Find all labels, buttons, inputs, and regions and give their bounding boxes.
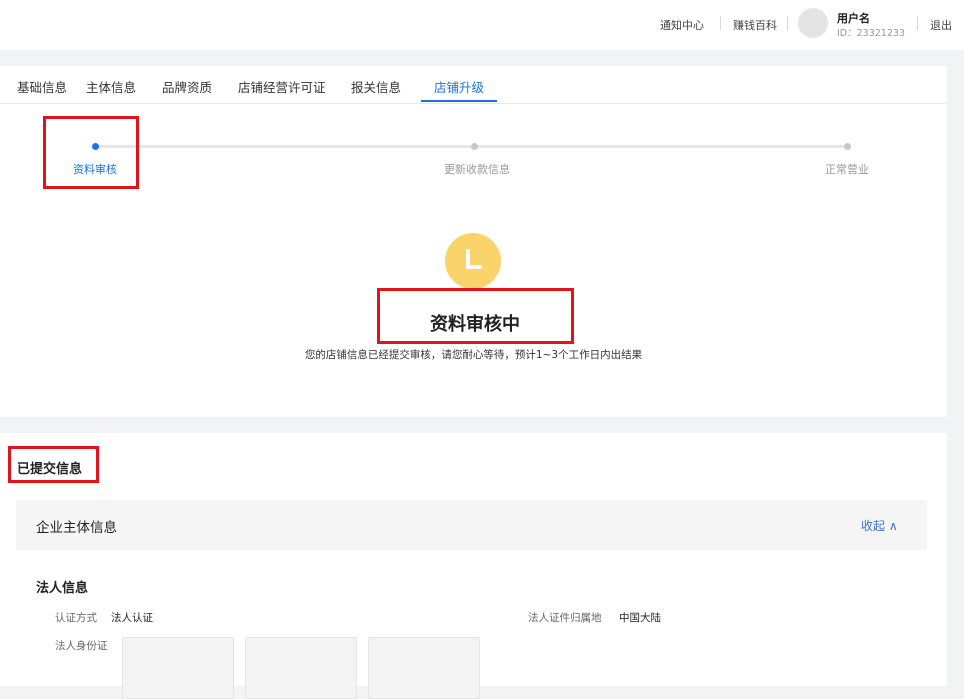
divider bbox=[720, 16, 721, 30]
tab-business-license[interactable]: 店铺经营许可证 bbox=[238, 77, 326, 96]
tab-customs-info[interactable]: 报关信息 bbox=[351, 77, 401, 96]
id-card-image[interactable] bbox=[122, 637, 234, 699]
tab-basic-info[interactable]: 基础信息 bbox=[17, 77, 67, 96]
collapse-toggle[interactable]: 收起 ∧ bbox=[861, 517, 898, 534]
top-bar: 通知中心 赚钱百科 用户名 ID：23321233 退出 bbox=[0, 0, 964, 50]
clock-icon bbox=[445, 233, 501, 289]
status-description: 您的店铺信息已经提交审核，请您耐心等待，预计1~3个工作日内出结果 bbox=[304, 349, 643, 361]
enterprise-section-header: 企业主体信息 收起 ∧ bbox=[16, 500, 927, 550]
avatar[interactable] bbox=[798, 8, 828, 38]
highlight-box bbox=[43, 116, 139, 189]
legal-person-title: 法人信息 bbox=[36, 581, 89, 596]
tab-bar: 基础信息 主体信息 品牌资质 店铺经营许可证 报关信息 店铺升级 bbox=[0, 66, 947, 104]
auth-method-label: 认证方式 bbox=[55, 612, 97, 624]
step-dot bbox=[844, 143, 851, 150]
tab-store-upgrade[interactable]: 店铺升级 bbox=[434, 77, 484, 96]
tab-brand-qualification[interactable]: 品牌资质 bbox=[162, 77, 212, 96]
id-region-label: 法人证件归属地 bbox=[528, 612, 602, 624]
step-dot bbox=[471, 143, 478, 150]
active-tab-indicator bbox=[421, 100, 497, 102]
money-wiki-link[interactable]: 赚钱百科 bbox=[733, 17, 777, 33]
user-name: 用户名 bbox=[837, 12, 870, 25]
id-card-image[interactable] bbox=[368, 637, 480, 699]
step-label-normal-business: 正常营业 bbox=[825, 163, 869, 176]
divider bbox=[787, 16, 788, 30]
highlight-box bbox=[8, 446, 99, 483]
section-title: 企业主体信息 bbox=[36, 520, 117, 536]
step-label-payment-info: 更新收款信息 bbox=[444, 163, 510, 176]
divider bbox=[917, 16, 918, 30]
upgrade-panel: 基础信息 主体信息 品牌资质 店铺经营许可证 报关信息 店铺升级 资料审核 更新… bbox=[0, 66, 947, 417]
id-region-value: 中国大陆 bbox=[619, 612, 661, 624]
auth-method-value: 法人认证 bbox=[111, 612, 153, 624]
tab-entity-info[interactable]: 主体信息 bbox=[86, 77, 136, 96]
submitted-info-panel: 已提交信息 企业主体信息 收起 ∧ 法人信息 认证方式 法人认证 法人证件归属地… bbox=[0, 433, 947, 699]
logout-link[interactable]: 退出 bbox=[930, 17, 952, 33]
id-card-image[interactable] bbox=[245, 637, 357, 699]
scrollbar[interactable] bbox=[947, 62, 964, 686]
notification-center-link[interactable]: 通知中心 bbox=[660, 17, 704, 33]
id-card-label: 法人身份证 bbox=[55, 640, 108, 652]
user-id: ID：23321233 bbox=[837, 28, 905, 39]
highlight-box bbox=[377, 288, 574, 344]
